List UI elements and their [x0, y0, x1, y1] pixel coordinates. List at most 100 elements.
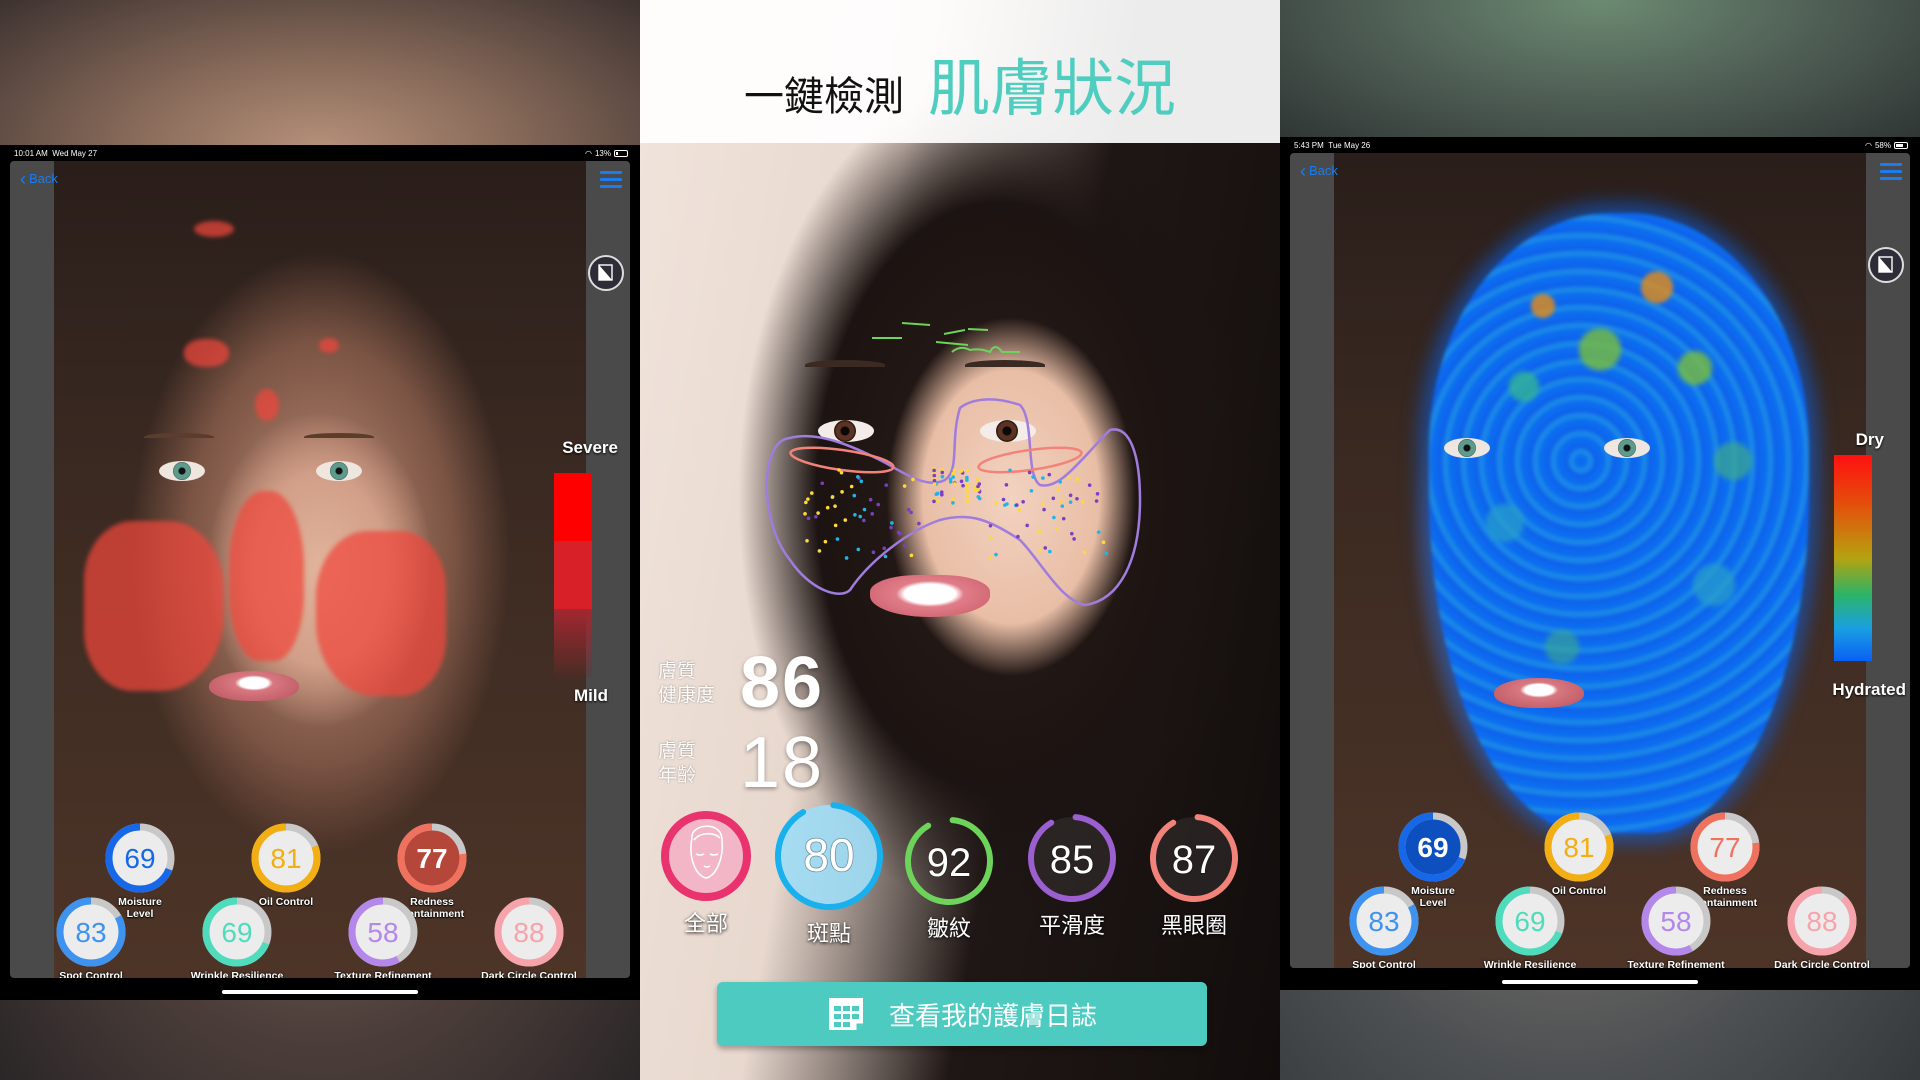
- score-ring-texture-refinement[interactable]: 58 Texture Refinement: [334, 896, 432, 978]
- category-ring-2[interactable]: 92 皺紋: [903, 815, 995, 943]
- ring-value: 81: [270, 843, 301, 874]
- spot-dot: [805, 538, 809, 543]
- legend-bar-low: [554, 609, 592, 677]
- spot-dot: [1075, 496, 1079, 501]
- score-ring-dark-circle-control[interactable]: 88 Dark Circle Control: [481, 896, 577, 978]
- category-ring-label: 黑眼圈: [1160, 914, 1227, 939]
- back-button[interactable]: ‹ Back: [20, 168, 58, 189]
- spot-dot: [932, 482, 937, 486]
- menu-button[interactable]: [600, 171, 622, 192]
- spot-dot: [833, 504, 837, 508]
- spot-dot: [1072, 537, 1076, 541]
- spot-dot: [896, 530, 901, 535]
- score-ring-wrinkle-resilience[interactable]: 69 Wrinkle Resilience: [191, 896, 283, 978]
- compare-icon: [598, 264, 613, 281]
- category-ring-graphic: 85: [1028, 814, 1116, 902]
- chevron-left-icon: ‹: [1300, 160, 1306, 181]
- spot-dot: [1058, 480, 1063, 484]
- ring-value: 88: [513, 917, 544, 948]
- legend-bar-high: [554, 473, 592, 541]
- ring-label: Wrinkle Resilience: [190, 970, 284, 978]
- status-bar: 10:01 AM Wed May 27 ◠ 13%: [0, 145, 640, 161]
- compare-button[interactable]: [1868, 247, 1904, 283]
- spot-dot: [906, 507, 911, 512]
- score-ring-spot-control[interactable]: 83 Spot Control: [1346, 885, 1422, 968]
- score-ring-graphic: 69: [1398, 812, 1468, 882]
- calendar-icon: [828, 998, 863, 1030]
- score-ring-graphic: 88: [1787, 886, 1857, 956]
- legend-gradient-bar: [1834, 455, 1872, 661]
- redness-spot: [319, 338, 339, 353]
- spot-dot: [883, 554, 888, 559]
- spot-dot: [1038, 548, 1042, 553]
- spot-dot: [871, 550, 876, 555]
- chevron-left-icon: ‹: [20, 168, 26, 189]
- spot-dot: [988, 556, 993, 560]
- score-ring-graphic: 83: [56, 897, 126, 967]
- score-ring-graphic: 77: [1690, 812, 1760, 882]
- spot-dot: [1021, 499, 1025, 504]
- score-ring-wrinkle-resilience[interactable]: 69 Wrinkle Resilience: [1484, 885, 1576, 968]
- spot-dot: [858, 514, 863, 519]
- spot-dot: [965, 489, 970, 493]
- eye: [159, 461, 205, 481]
- ring-value: 83: [75, 917, 106, 948]
- right-moisture-screenshot: 5:43 PM Tue May 26 ◠ 58% ‹ Back Dry Hydr…: [1280, 0, 1920, 1080]
- spot-dot: [1068, 493, 1073, 498]
- spot-dot: [1031, 475, 1035, 479]
- spot-dot: [975, 477, 980, 482]
- back-button[interactable]: ‹ Back: [1300, 160, 1338, 181]
- category-ring-1[interactable]: 80 斑點: [773, 800, 885, 948]
- category-ring-4[interactable]: 87 黑眼圈: [1148, 812, 1240, 940]
- battery-icon: [614, 149, 628, 157]
- spot-dot: [1041, 476, 1045, 480]
- headline-teal: 肌膚狀況: [927, 52, 1176, 125]
- spot-dot: [994, 501, 999, 506]
- spot-dot: [976, 494, 981, 499]
- spot-dot: [917, 521, 921, 526]
- score-ring-spot-control[interactable]: 83 Spot Control: [53, 896, 129, 978]
- skincare-diary-button[interactable]: 查看我的護膚日誌: [717, 982, 1207, 1046]
- category-ring-all[interactable]: 全部: [660, 810, 752, 938]
- spot-dot: [1060, 504, 1065, 508]
- category-ring-graphic: 92: [905, 817, 993, 905]
- back-label: Back: [29, 171, 58, 186]
- spot-dot: [965, 494, 970, 498]
- spot-dot: [932, 468, 936, 473]
- score-ring-dark-circle-control[interactable]: 88 Dark Circle Control: [1774, 885, 1870, 968]
- home-indicator[interactable]: [222, 990, 418, 994]
- home-indicator[interactable]: [1502, 980, 1698, 984]
- spot-dot: [1101, 540, 1106, 545]
- spot-dot: [1048, 549, 1052, 554]
- eye: [1604, 438, 1650, 458]
- spot-dot: [844, 556, 849, 560]
- score-ring-texture-refinement[interactable]: 58 Texture Refinement: [1627, 885, 1725, 968]
- spot-dot: [870, 512, 875, 516]
- spot-dot: [1029, 489, 1034, 493]
- spot-dot: [1094, 499, 1099, 503]
- ipad-frame: 5:43 PM Tue May 26 ◠ 58% ‹ Back Dry Hydr…: [1280, 137, 1920, 990]
- category-ring-label: 皺紋: [926, 917, 971, 942]
- spot-dot: [988, 523, 993, 528]
- compare-button[interactable]: [588, 255, 624, 291]
- spot-dot: [853, 512, 857, 517]
- status-time-date: 10:01 AM Wed May 27: [14, 149, 97, 158]
- dark-circle-outlines: [789, 446, 1083, 474]
- spot-dot: [804, 500, 808, 505]
- score-ring-graphic: 69: [105, 823, 175, 893]
- spot-dot: [1069, 531, 1074, 536]
- battery-icon: [1894, 141, 1908, 149]
- ring-label: Dark Circle Control: [481, 970, 577, 978]
- spot-dot: [843, 518, 848, 522]
- category-ring-label: 平滑度: [1038, 914, 1105, 939]
- category-ring-3[interactable]: 85 平滑度: [1026, 812, 1118, 940]
- app-screen: ‹ Back Dry Hydrated 69 Moisture Level 81 Oi…: [1290, 153, 1910, 968]
- spot-dot: [852, 493, 857, 498]
- spot-dot: [1056, 487, 1061, 492]
- spot-dot: [1027, 470, 1032, 475]
- menu-button[interactable]: [1880, 163, 1902, 184]
- spot-dot: [966, 468, 970, 473]
- moisture-heatmap: [1429, 213, 1809, 833]
- ring-label: Texture Refinement: [334, 970, 432, 978]
- ring-label: Spot Control: [59, 970, 123, 978]
